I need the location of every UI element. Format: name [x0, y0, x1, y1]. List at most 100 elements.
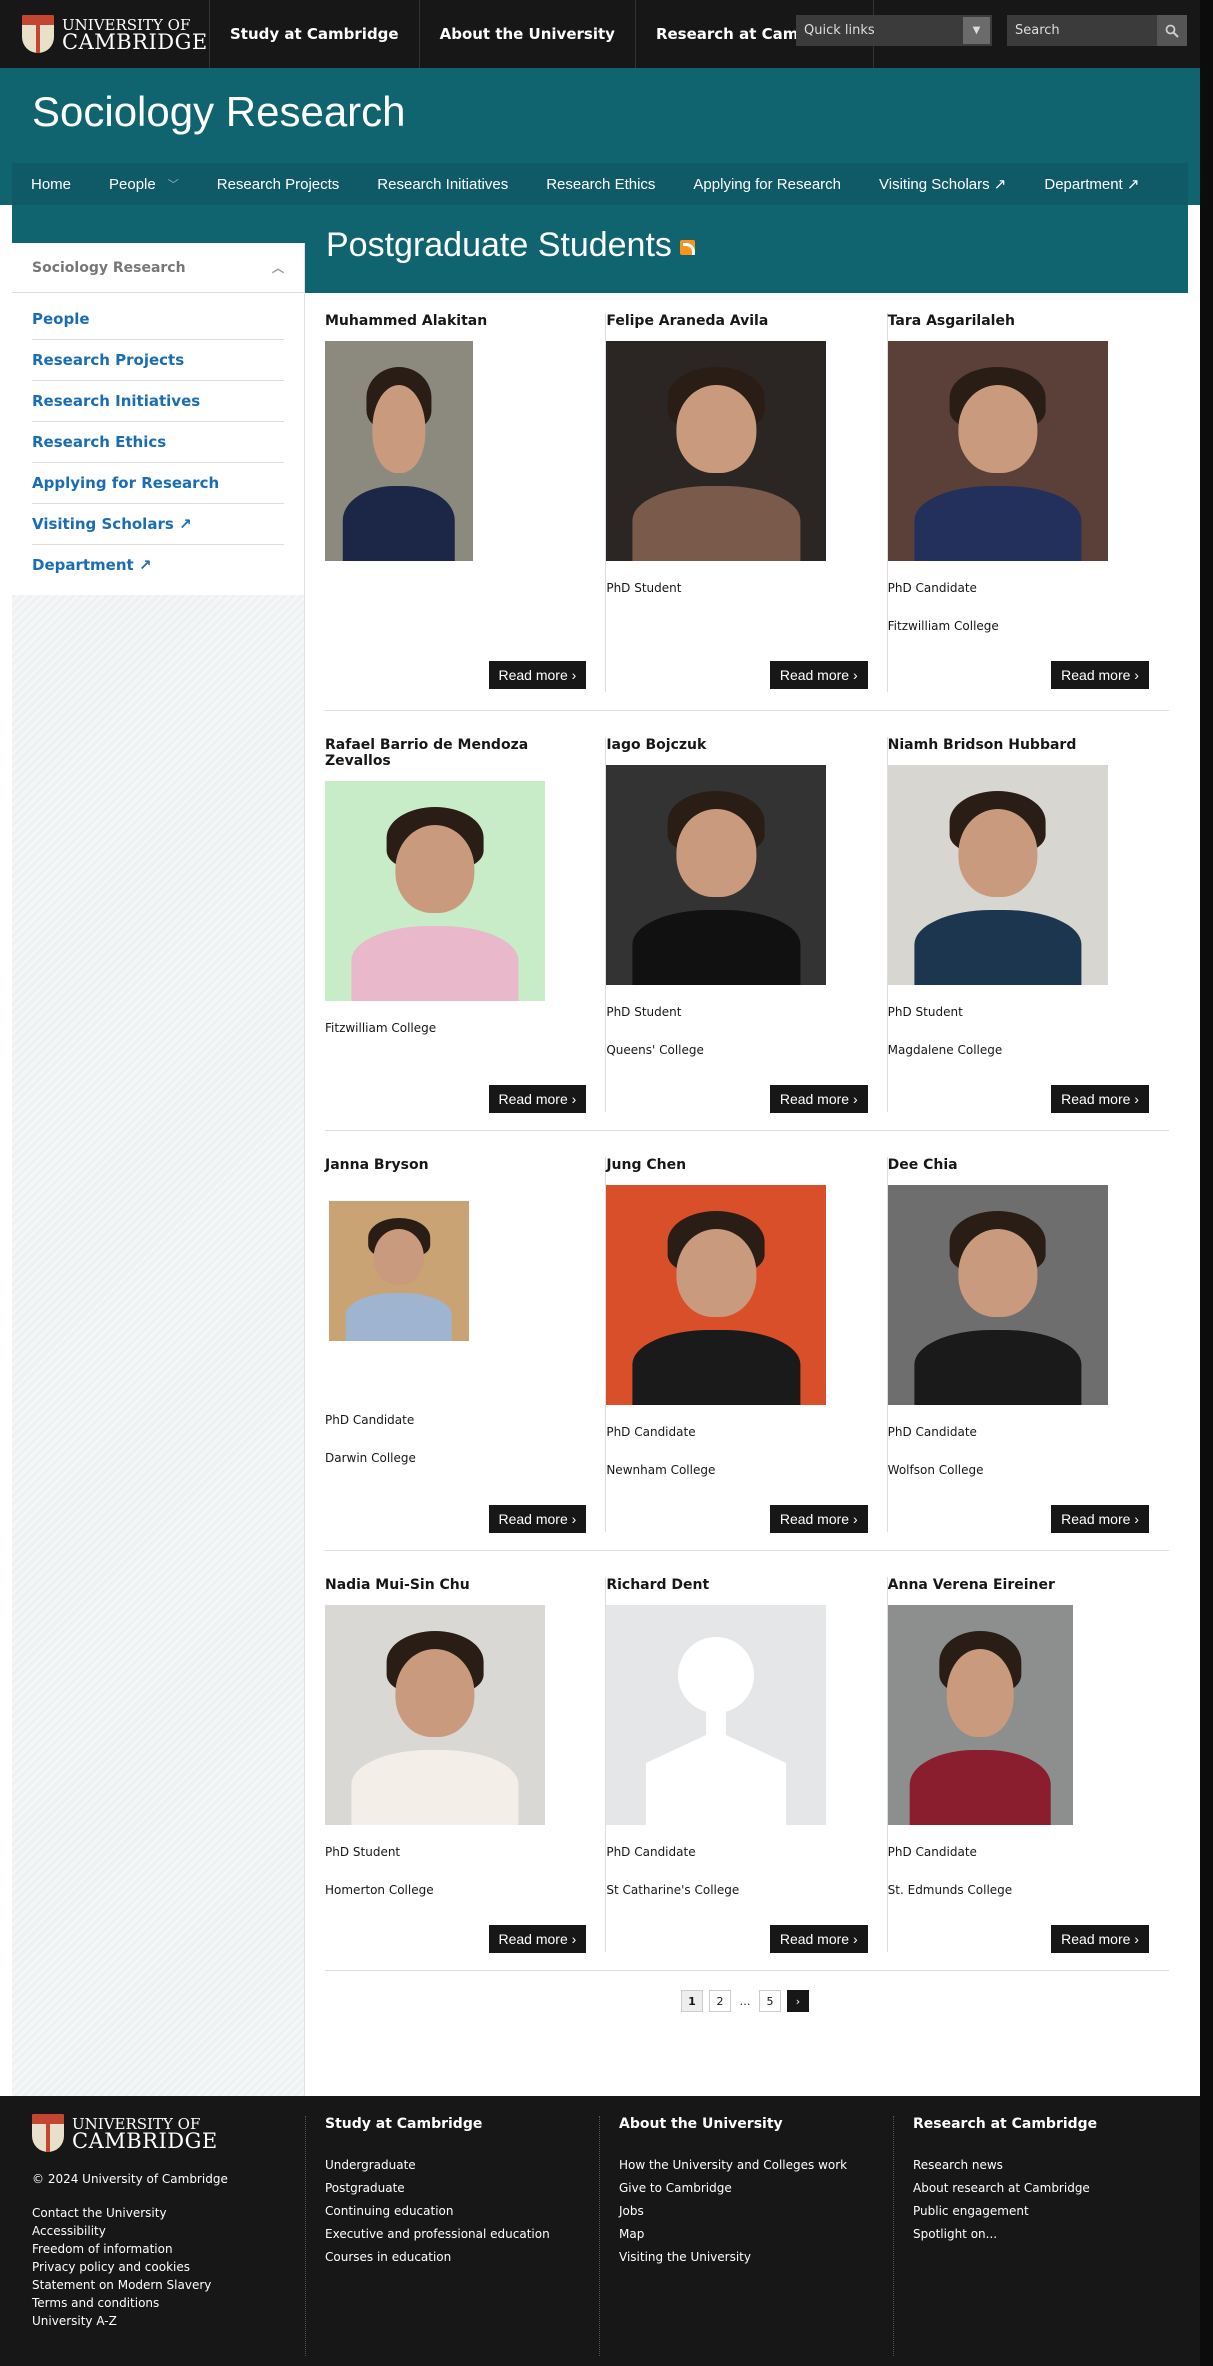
footer-link[interactable]: Contact the University: [32, 2204, 228, 2222]
footer-link[interactable]: About research at Cambridge: [913, 2177, 1097, 2200]
footer-link[interactable]: Public engagement: [913, 2200, 1097, 2223]
footer-link[interactable]: Statement on Modern Slavery: [32, 2276, 228, 2294]
footer-link[interactable]: Research news: [913, 2154, 1097, 2177]
person-photo[interactable]: [325, 781, 545, 1001]
person-photo[interactable]: [606, 1185, 827, 1405]
footer-link[interactable]: Privacy policy and cookies: [32, 2258, 228, 2276]
person-name[interactable]: Niamh Bridson Hubbard: [888, 737, 1149, 753]
footer-link[interactable]: Accessibility: [32, 2222, 228, 2240]
sidebar-item-visiting-scholars[interactable]: Visiting Scholars ↗: [32, 504, 284, 545]
read-more-button[interactable]: Read more: [1051, 1925, 1149, 1953]
page-2[interactable]: 2: [709, 1990, 731, 2012]
person-photo[interactable]: [606, 765, 827, 985]
sidebar-item-research-initiatives[interactable]: Research Initiatives: [32, 381, 284, 422]
person-name[interactable]: Jung Chen: [606, 1157, 867, 1173]
person-name[interactable]: Dee Chia: [888, 1157, 1149, 1173]
sidebar-item-applying[interactable]: Applying for Research: [32, 463, 284, 504]
person-name[interactable]: Iago Bojczuk: [606, 737, 867, 753]
read-more-button[interactable]: Read more: [488, 1505, 587, 1533]
read-more-button[interactable]: Read more: [1051, 1085, 1149, 1113]
person-photo[interactable]: [606, 341, 827, 561]
person-photo[interactable]: [325, 1605, 545, 1825]
nav-research-initiatives[interactable]: Research Initiatives: [358, 163, 527, 205]
person-name[interactable]: Richard Dent: [606, 1577, 867, 1593]
footer-link[interactable]: Map: [619, 2223, 847, 2246]
person-name[interactable]: Janna Bryson: [325, 1157, 586, 1173]
nav-research-ethics[interactable]: Research Ethics: [527, 163, 674, 205]
person-photo[interactable]: [887, 1185, 1108, 1405]
university-logo[interactable]: UNIVERSITY OF CAMBRIDGE: [0, 0, 210, 68]
nav-visiting-scholars[interactable]: Visiting Scholars ↗: [860, 163, 1025, 205]
footer-link[interactable]: Courses in education: [325, 2246, 550, 2269]
person-card: Iago Bojczuk PhD Student Queens' College Re…: [606, 711, 888, 1130]
crest-icon: [22, 15, 54, 53]
footer-link[interactable]: Undergraduate: [325, 2154, 550, 2177]
quick-links-select[interactable]: Quick links ▼: [796, 15, 992, 46]
page-1[interactable]: 1: [681, 1990, 703, 2012]
sidebar-item-people[interactable]: People: [32, 299, 284, 340]
sidebar-item-research-projects[interactable]: Research Projects: [32, 340, 284, 381]
person-name[interactable]: Muhammed Alakitan: [325, 313, 586, 329]
scrollbar[interactable]: [1200, 0, 1213, 2366]
global-nav-about[interactable]: About the University: [420, 0, 636, 68]
read-more-button[interactable]: Read more: [769, 1505, 868, 1533]
footer-link[interactable]: Jobs: [619, 2200, 847, 2223]
search-button[interactable]: [1157, 15, 1187, 46]
footer-link[interactable]: How the University and Colleges work: [619, 2154, 847, 2177]
read-more-button[interactable]: Read more: [488, 1925, 587, 1953]
nav-applying[interactable]: Applying for Research: [674, 163, 860, 205]
sidebar-heading[interactable]: Sociology Research ︿: [12, 243, 304, 293]
person-photo[interactable]: [329, 1201, 469, 1341]
next-page-button[interactable]: ›: [787, 1990, 809, 2012]
person-name[interactable]: Tara Asgarilaleh: [888, 313, 1149, 329]
footer-logo[interactable]: UNIVERSITY OF CAMBRIDGE: [32, 2114, 228, 2152]
footer-link[interactable]: Spotlight on...: [913, 2223, 1097, 2246]
search-input[interactable]: Search: [1007, 15, 1187, 46]
rss-icon[interactable]: [679, 239, 695, 255]
footer-link[interactable]: University A-Z: [32, 2312, 228, 2330]
sidebar-item-department[interactable]: Department ↗: [32, 545, 284, 585]
nav-home[interactable]: Home: [12, 163, 90, 205]
read-more-button[interactable]: Read more: [769, 1085, 868, 1113]
person-name[interactable]: Felipe Araneda Avila: [606, 313, 867, 329]
nav-research-projects[interactable]: Research Projects: [198, 163, 359, 205]
footer-link[interactable]: Terms and conditions: [32, 2294, 228, 2312]
person-name[interactable]: Rafael Barrio de Mendoza Zevallos: [325, 737, 586, 769]
person-card: Niamh Bridson Hubbard PhD Student Magdalen…: [887, 711, 1169, 1130]
footer-link[interactable]: Continuing education: [325, 2200, 550, 2223]
read-more-button[interactable]: Read more: [488, 1085, 587, 1113]
person-photo[interactable]: [887, 1605, 1073, 1825]
site-title[interactable]: Sociology Research: [32, 88, 406, 136]
page-5[interactable]: 5: [759, 1990, 781, 2012]
page-title: Postgraduate Students: [326, 226, 695, 265]
read-more-button[interactable]: Read more: [488, 661, 587, 689]
nav-department[interactable]: Department ↗: [1025, 163, 1158, 205]
footer-link[interactable]: Give to Cambridge: [619, 2177, 847, 2200]
person-name[interactable]: Nadia Mui-Sin Chu: [325, 1577, 586, 1593]
footer-link[interactable]: Freedom of information: [32, 2240, 228, 2258]
person-photo[interactable]: [887, 341, 1108, 561]
person-college: Newnham College: [606, 1463, 716, 1477]
footer-link[interactable]: Postgraduate: [325, 2177, 550, 2200]
chevron-down-icon[interactable]: ﹀: [168, 176, 179, 192]
search-icon: [1165, 24, 1179, 38]
global-nav-study[interactable]: Study at Cambridge: [210, 0, 420, 68]
person-college: Wolfson College: [887, 1463, 984, 1477]
read-more-button[interactable]: Read more: [1051, 661, 1149, 689]
read-more-button[interactable]: Read more: [1051, 1505, 1149, 1533]
read-more-button[interactable]: Read more: [769, 1925, 868, 1953]
footer-link[interactable]: Executive and professional education: [325, 2223, 550, 2246]
footer-about-title[interactable]: About the University: [619, 2116, 847, 2132]
footer-research: Research at Cambridge Research news Abou…: [913, 2096, 1097, 2366]
sidebar-item-research-ethics[interactable]: Research Ethics: [32, 422, 284, 463]
footer-study-title[interactable]: Study at Cambridge: [325, 2116, 550, 2132]
person-name[interactable]: Anna Verena Eireiner: [888, 1577, 1149, 1593]
person-college: Homerton College: [325, 1883, 434, 1897]
footer-research-title[interactable]: Research at Cambridge: [913, 2116, 1097, 2132]
footer-link[interactable]: Visiting the University: [619, 2246, 847, 2269]
placeholder-photo[interactable]: [606, 1605, 827, 1825]
person-photo[interactable]: [325, 341, 473, 561]
read-more-button[interactable]: Read more: [769, 661, 868, 689]
nav-people[interactable]: People ﹀: [90, 163, 198, 205]
person-photo[interactable]: [887, 765, 1108, 985]
